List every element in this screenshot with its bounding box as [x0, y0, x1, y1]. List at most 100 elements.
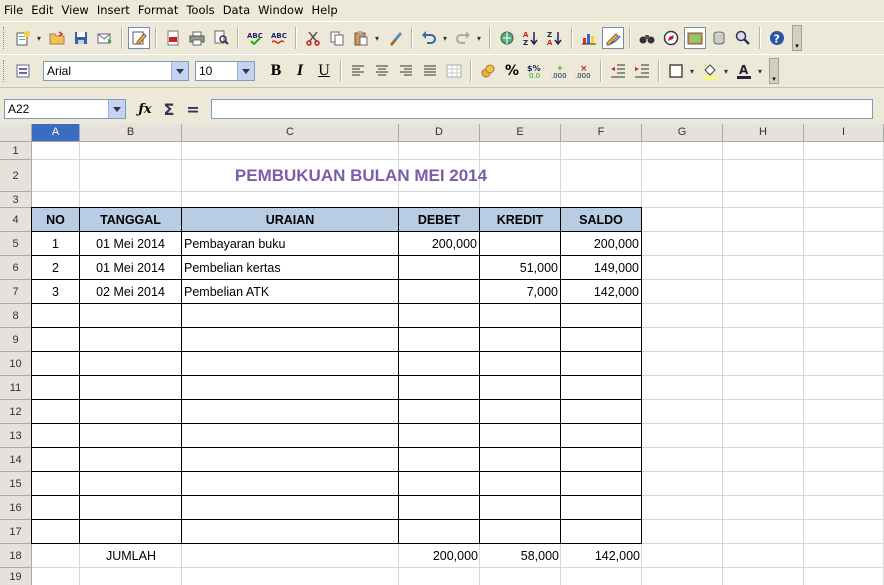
table-empty-cell[interactable]	[399, 424, 480, 448]
table-empty-cell[interactable]	[32, 400, 80, 424]
menu-window[interactable]: Window	[254, 0, 307, 20]
styles-formatting-button[interactable]	[12, 60, 34, 82]
grid-cell[interactable]	[32, 160, 80, 192]
grid-cell[interactable]	[804, 208, 884, 232]
table-empty-cell[interactable]	[480, 328, 561, 352]
table-empty-cell[interactable]	[480, 400, 561, 424]
table-empty-cell[interactable]	[561, 304, 642, 328]
menu-format[interactable]: Format	[134, 0, 183, 20]
name-box-dropdown-button[interactable]	[108, 100, 125, 118]
table-empty-cell[interactable]	[80, 400, 182, 424]
table-header-cell[interactable]: URAIAN	[182, 208, 399, 232]
grid-cell[interactable]	[399, 142, 480, 160]
table-empty-cell[interactable]	[32, 424, 80, 448]
new-document-button[interactable]	[12, 27, 34, 49]
grid-cell[interactable]	[723, 496, 804, 520]
cut-button[interactable]	[302, 27, 324, 49]
grid-cell[interactable]	[642, 448, 723, 472]
table-empty-cell[interactable]	[561, 328, 642, 352]
font-size-input[interactable]	[196, 62, 237, 80]
menu-insert[interactable]: Insert	[93, 0, 134, 20]
grid-cell[interactable]	[182, 568, 399, 585]
grid-cell[interactable]	[804, 568, 884, 585]
grid-cell[interactable]	[642, 424, 723, 448]
table-empty-cell[interactable]	[182, 376, 399, 400]
paste-button[interactable]	[350, 27, 372, 49]
row-header-8[interactable]: 8	[0, 304, 32, 328]
grid-cell[interactable]	[804, 256, 884, 280]
table-cell-kredit[interactable]: 7,000	[480, 280, 561, 304]
table-empty-cell[interactable]	[182, 496, 399, 520]
row-header-6[interactable]: 6	[0, 256, 32, 280]
grid-cell[interactable]	[642, 192, 723, 208]
table-cell-no[interactable]: 3	[32, 280, 80, 304]
menu-view[interactable]: View	[58, 0, 93, 20]
grid-cell[interactable]	[804, 496, 884, 520]
font-color-button[interactable]: A	[733, 60, 755, 82]
table-empty-cell[interactable]	[561, 352, 642, 376]
table-cell-uraian[interactable]: Pembelian kertas	[182, 256, 399, 280]
clone-formatting-button[interactable]	[384, 27, 406, 49]
grid-cell[interactable]	[32, 192, 80, 208]
table-empty-cell[interactable]	[480, 496, 561, 520]
grid-cell[interactable]	[723, 280, 804, 304]
italic-button[interactable]: I	[289, 60, 311, 82]
grid-cell[interactable]	[723, 544, 804, 568]
table-empty-cell[interactable]	[32, 520, 80, 544]
table-empty-cell[interactable]	[399, 376, 480, 400]
table-empty-cell[interactable]	[480, 352, 561, 376]
row-header-5[interactable]: 5	[0, 232, 32, 256]
table-empty-cell[interactable]	[80, 352, 182, 376]
row-header-13[interactable]: 13	[0, 424, 32, 448]
table-empty-cell[interactable]	[182, 400, 399, 424]
grid-cell[interactable]	[723, 142, 804, 160]
grid-cell[interactable]	[642, 352, 723, 376]
grid-cell[interactable]	[723, 208, 804, 232]
table-empty-cell[interactable]	[399, 496, 480, 520]
grid-cell[interactable]	[32, 568, 80, 585]
grid-cell[interactable]	[723, 520, 804, 544]
table-empty-cell[interactable]	[480, 448, 561, 472]
save-button[interactable]	[70, 27, 92, 49]
formula-button[interactable]: =	[182, 98, 204, 120]
row-header-16[interactable]: 16	[0, 496, 32, 520]
row-header-7[interactable]: 7	[0, 280, 32, 304]
grid-cell[interactable]	[642, 160, 723, 192]
column-header-g[interactable]: G	[642, 124, 723, 142]
menu-file[interactable]: File	[0, 0, 27, 20]
decrease-indent-button[interactable]	[607, 60, 629, 82]
table-empty-cell[interactable]	[480, 424, 561, 448]
table-empty-cell[interactable]	[80, 376, 182, 400]
delete-decimal-button[interactable]: × .000	[573, 60, 595, 82]
edit-file-button[interactable]	[128, 27, 150, 49]
row-header-1[interactable]: 1	[0, 142, 32, 160]
grid-cell[interactable]	[804, 424, 884, 448]
open-button[interactable]	[46, 27, 68, 49]
table-cell-no[interactable]: 1	[32, 232, 80, 256]
grid-cell[interactable]	[642, 544, 723, 568]
table-header-cell[interactable]: NO	[32, 208, 80, 232]
row-header-15[interactable]: 15	[0, 472, 32, 496]
table-cell-debet[interactable]: 200,000	[399, 232, 480, 256]
table-empty-cell[interactable]	[32, 496, 80, 520]
table-empty-cell[interactable]	[561, 376, 642, 400]
table-empty-cell[interactable]	[80, 424, 182, 448]
table-cell-no[interactable]: 2	[32, 256, 80, 280]
gallery-button[interactable]	[684, 27, 706, 49]
grid-cell[interactable]	[804, 328, 884, 352]
total-label[interactable]: JUMLAH	[80, 544, 182, 568]
grid-cell[interactable]	[642, 232, 723, 256]
percent-format-button[interactable]: %	[501, 60, 523, 82]
table-empty-cell[interactable]	[399, 520, 480, 544]
grid-cell[interactable]	[80, 192, 182, 208]
grid-cell[interactable]	[804, 472, 884, 496]
row-header-12[interactable]: 12	[0, 400, 32, 424]
grid-cell[interactable]	[642, 376, 723, 400]
font-color-dropdown[interactable]: ▾	[756, 60, 764, 82]
row-header-4[interactable]: 4	[0, 208, 32, 232]
table-empty-cell[interactable]	[32, 472, 80, 496]
grid-cell[interactable]	[642, 496, 723, 520]
font-name-input[interactable]	[44, 62, 171, 80]
grid-cell[interactable]	[561, 142, 642, 160]
underline-button[interactable]: U	[313, 60, 335, 82]
